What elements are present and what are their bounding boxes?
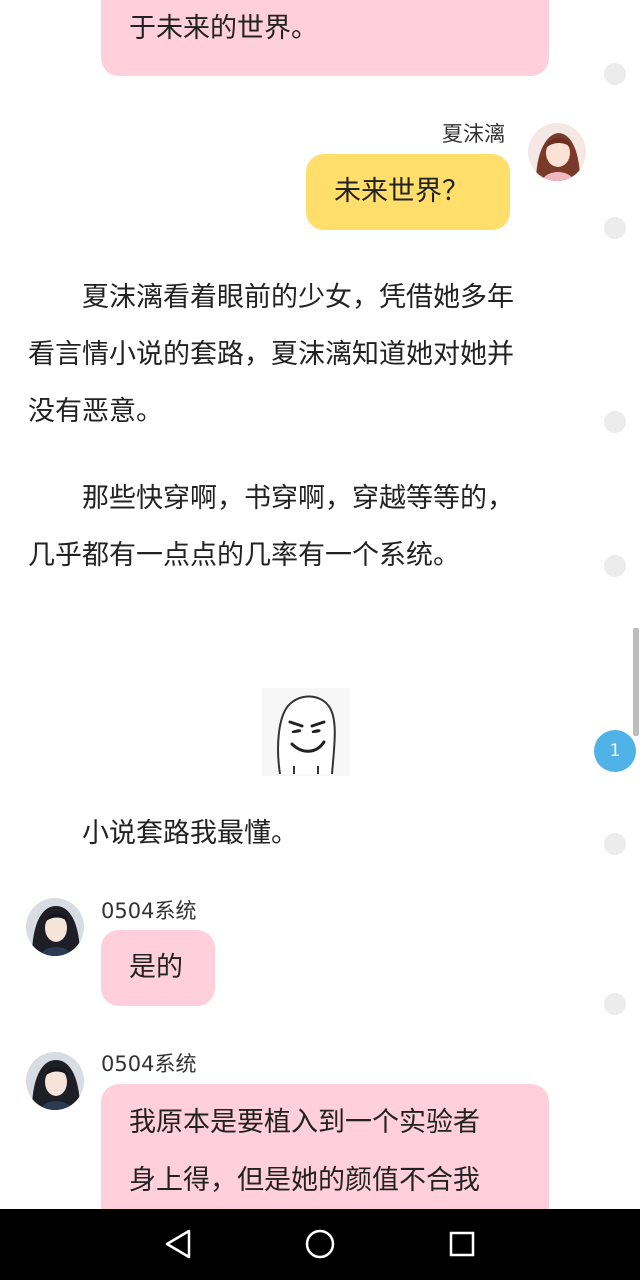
message-text-line: 我原本是要植入到一个实验者 bbox=[129, 1107, 480, 1138]
avatar-portrait-icon bbox=[26, 1052, 84, 1110]
nav-back-button[interactable] bbox=[158, 1224, 198, 1264]
narration-paragraph-1: 夏沫漓看着眼前的少女，凭借她多年 看言情小说的套路，夏沫漓知道她对她并 没有恶意… bbox=[28, 269, 588, 440]
message-text-line: 身上得，但是她的颜值不合我 bbox=[129, 1165, 480, 1196]
avatar-portrait-icon bbox=[26, 898, 84, 956]
avatar-0504-system[interactable] bbox=[26, 898, 84, 956]
narration-paragraph-2: 那些快穿啊，书穿啊，穿越等等的， 几乎都有一点点的几率有一个系统。 bbox=[28, 470, 588, 584]
back-triangle-icon bbox=[165, 1229, 191, 1259]
paragraph-line: 没有恶意。 bbox=[28, 396, 163, 427]
message-text: 是的 bbox=[129, 952, 183, 983]
smirk-face-icon bbox=[277, 695, 336, 775]
avatar-0504-system[interactable] bbox=[26, 1052, 84, 1110]
nav-home-button[interactable] bbox=[300, 1224, 340, 1264]
avatar-portrait-icon bbox=[528, 123, 586, 181]
chat-novel-screen: 于未来的世界。 夏沫漓 未来世界？ 夏沫漓看着眼前的少女，凭借她多年 看言情小说… bbox=[0, 0, 640, 1280]
sender-name-0504-system: 0504系统 bbox=[101, 899, 197, 923]
smirk-face-sticker[interactable] bbox=[262, 688, 350, 776]
nav-recents-button[interactable] bbox=[442, 1224, 482, 1264]
paragraph-line: 那些快穿啊，书穿啊，穿越等等的， bbox=[28, 483, 514, 514]
paragraph-comment-dot[interactable] bbox=[604, 993, 626, 1015]
message-bubble-system-1[interactable]: 是的 bbox=[101, 930, 215, 1006]
paragraph-comment-dot[interactable] bbox=[604, 63, 626, 85]
scrollbar[interactable] bbox=[633, 628, 639, 736]
paragraph-comment-dot[interactable] bbox=[604, 555, 626, 577]
paragraph-comment-dot[interactable] bbox=[604, 833, 626, 855]
home-circle-icon bbox=[305, 1229, 335, 1259]
sender-name-xiamoli: 夏沫漓 bbox=[442, 122, 505, 146]
avatar-xiamoli[interactable] bbox=[528, 123, 586, 181]
paragraph-line: 看言情小说的套路，夏沫漓知道她对她并 bbox=[28, 339, 514, 370]
narration-caption: 小说套路我最懂。 bbox=[28, 805, 588, 862]
message-text: 未来世界？ bbox=[334, 176, 469, 207]
message-text: 于未来的世界。 bbox=[129, 13, 318, 44]
message-bubble-xiamoli[interactable]: 未来世界？ bbox=[306, 154, 510, 230]
system-navigation-bar bbox=[0, 1209, 640, 1280]
paragraph-line: 夏沫漓看着眼前的少女，凭借她多年 bbox=[28, 282, 514, 313]
paragraph-line: 几乎都有一点点的几率有一个系统。 bbox=[28, 540, 460, 571]
caption-line: 小说套路我最懂。 bbox=[28, 818, 298, 849]
message-bubble-top[interactable]: 于未来的世界。 bbox=[101, 0, 549, 76]
sender-name-0504-system: 0504系统 bbox=[101, 1052, 197, 1076]
comment-count-badge[interactable]: 1 bbox=[594, 730, 636, 772]
paragraph-comment-dot[interactable] bbox=[604, 411, 626, 433]
paragraph-comment-dot[interactable] bbox=[604, 217, 626, 239]
recents-square-icon bbox=[449, 1231, 475, 1257]
